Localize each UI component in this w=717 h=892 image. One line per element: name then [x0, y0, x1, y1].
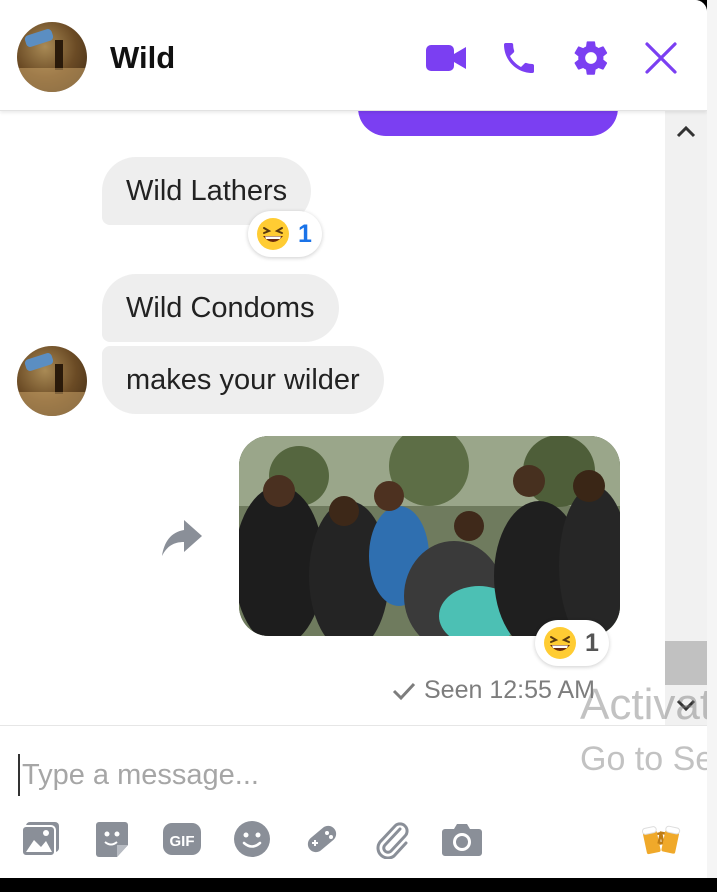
message-reaction[interactable]: 1 [535, 620, 609, 666]
windows-activation-watermark-sub: Go to Se [580, 740, 707, 778]
close-icon [645, 42, 677, 74]
seen-text: Seen 12:55 AM [424, 676, 595, 704]
checkmark-icon [392, 682, 416, 700]
video-call-button[interactable] [425, 38, 467, 78]
incoming-message-bubble[interactable]: Wild Condoms [102, 274, 339, 342]
reaction-count: 1 [585, 628, 599, 657]
camera-icon [442, 824, 482, 856]
message-input[interactable] [18, 754, 564, 796]
contact-name[interactable]: Wild [110, 40, 175, 76]
game-button[interactable] [301, 818, 343, 860]
emoji-icon [234, 821, 270, 857]
gif-icon: GIF [163, 823, 201, 855]
voice-call-button[interactable] [498, 38, 540, 78]
taskbar-edge [0, 878, 717, 892]
svg-text:GIF: GIF [170, 833, 195, 850]
phone-icon [504, 43, 534, 73]
background-strip [707, 0, 717, 878]
close-chat-button[interactable] [640, 38, 682, 78]
reaction-count: 1 [298, 219, 312, 248]
conversation-panel[interactable]: Wild Industries Wild Lathers 1 Wild Cond… [0, 110, 665, 725]
video-thumbnail[interactable] [239, 436, 620, 636]
gear-icon [574, 41, 608, 75]
attach-file-button[interactable] [371, 818, 413, 860]
photo-icon [21, 822, 59, 857]
conversation-scrollbar[interactable] [665, 110, 707, 725]
grinning-squinting-face-icon [544, 627, 576, 659]
chat-header: Wild [0, 0, 707, 111]
share-button[interactable] [160, 518, 206, 558]
message-reaction[interactable]: 1 [248, 211, 322, 257]
scroll-up-button[interactable] [673, 118, 699, 144]
cheers-button[interactable] [641, 818, 683, 860]
video-camera-icon [426, 45, 466, 71]
settings-button[interactable] [570, 38, 612, 78]
sticker-icon [96, 822, 128, 857]
contact-avatar[interactable] [17, 22, 87, 92]
camera-button[interactable] [441, 818, 483, 860]
outgoing-message-bubble[interactable]: Wild Industries [358, 110, 618, 136]
incoming-message-bubble[interactable]: makes your wilder [102, 346, 384, 414]
game-controller-icon [307, 825, 337, 853]
contact-avatar[interactable] [17, 346, 87, 416]
paperclip-icon [376, 822, 409, 859]
windows-activation-watermark: Activat [580, 680, 707, 729]
scrollbar-thumb[interactable] [665, 641, 707, 685]
emoji-button[interactable] [231, 818, 273, 860]
chat-window: Wild Wild Industries Wild Lathers 1 Wild… [0, 0, 707, 878]
sticker-button[interactable] [91, 818, 133, 860]
grinning-squinting-face-icon [257, 218, 289, 250]
share-arrow-icon [162, 520, 202, 556]
chevron-up-icon [676, 125, 696, 138]
beer-mugs-icon [641, 825, 681, 855]
gif-button[interactable]: GIF [161, 818, 203, 860]
seen-status: Seen 12:55 AM [392, 676, 595, 705]
photo-button[interactable] [20, 818, 62, 860]
